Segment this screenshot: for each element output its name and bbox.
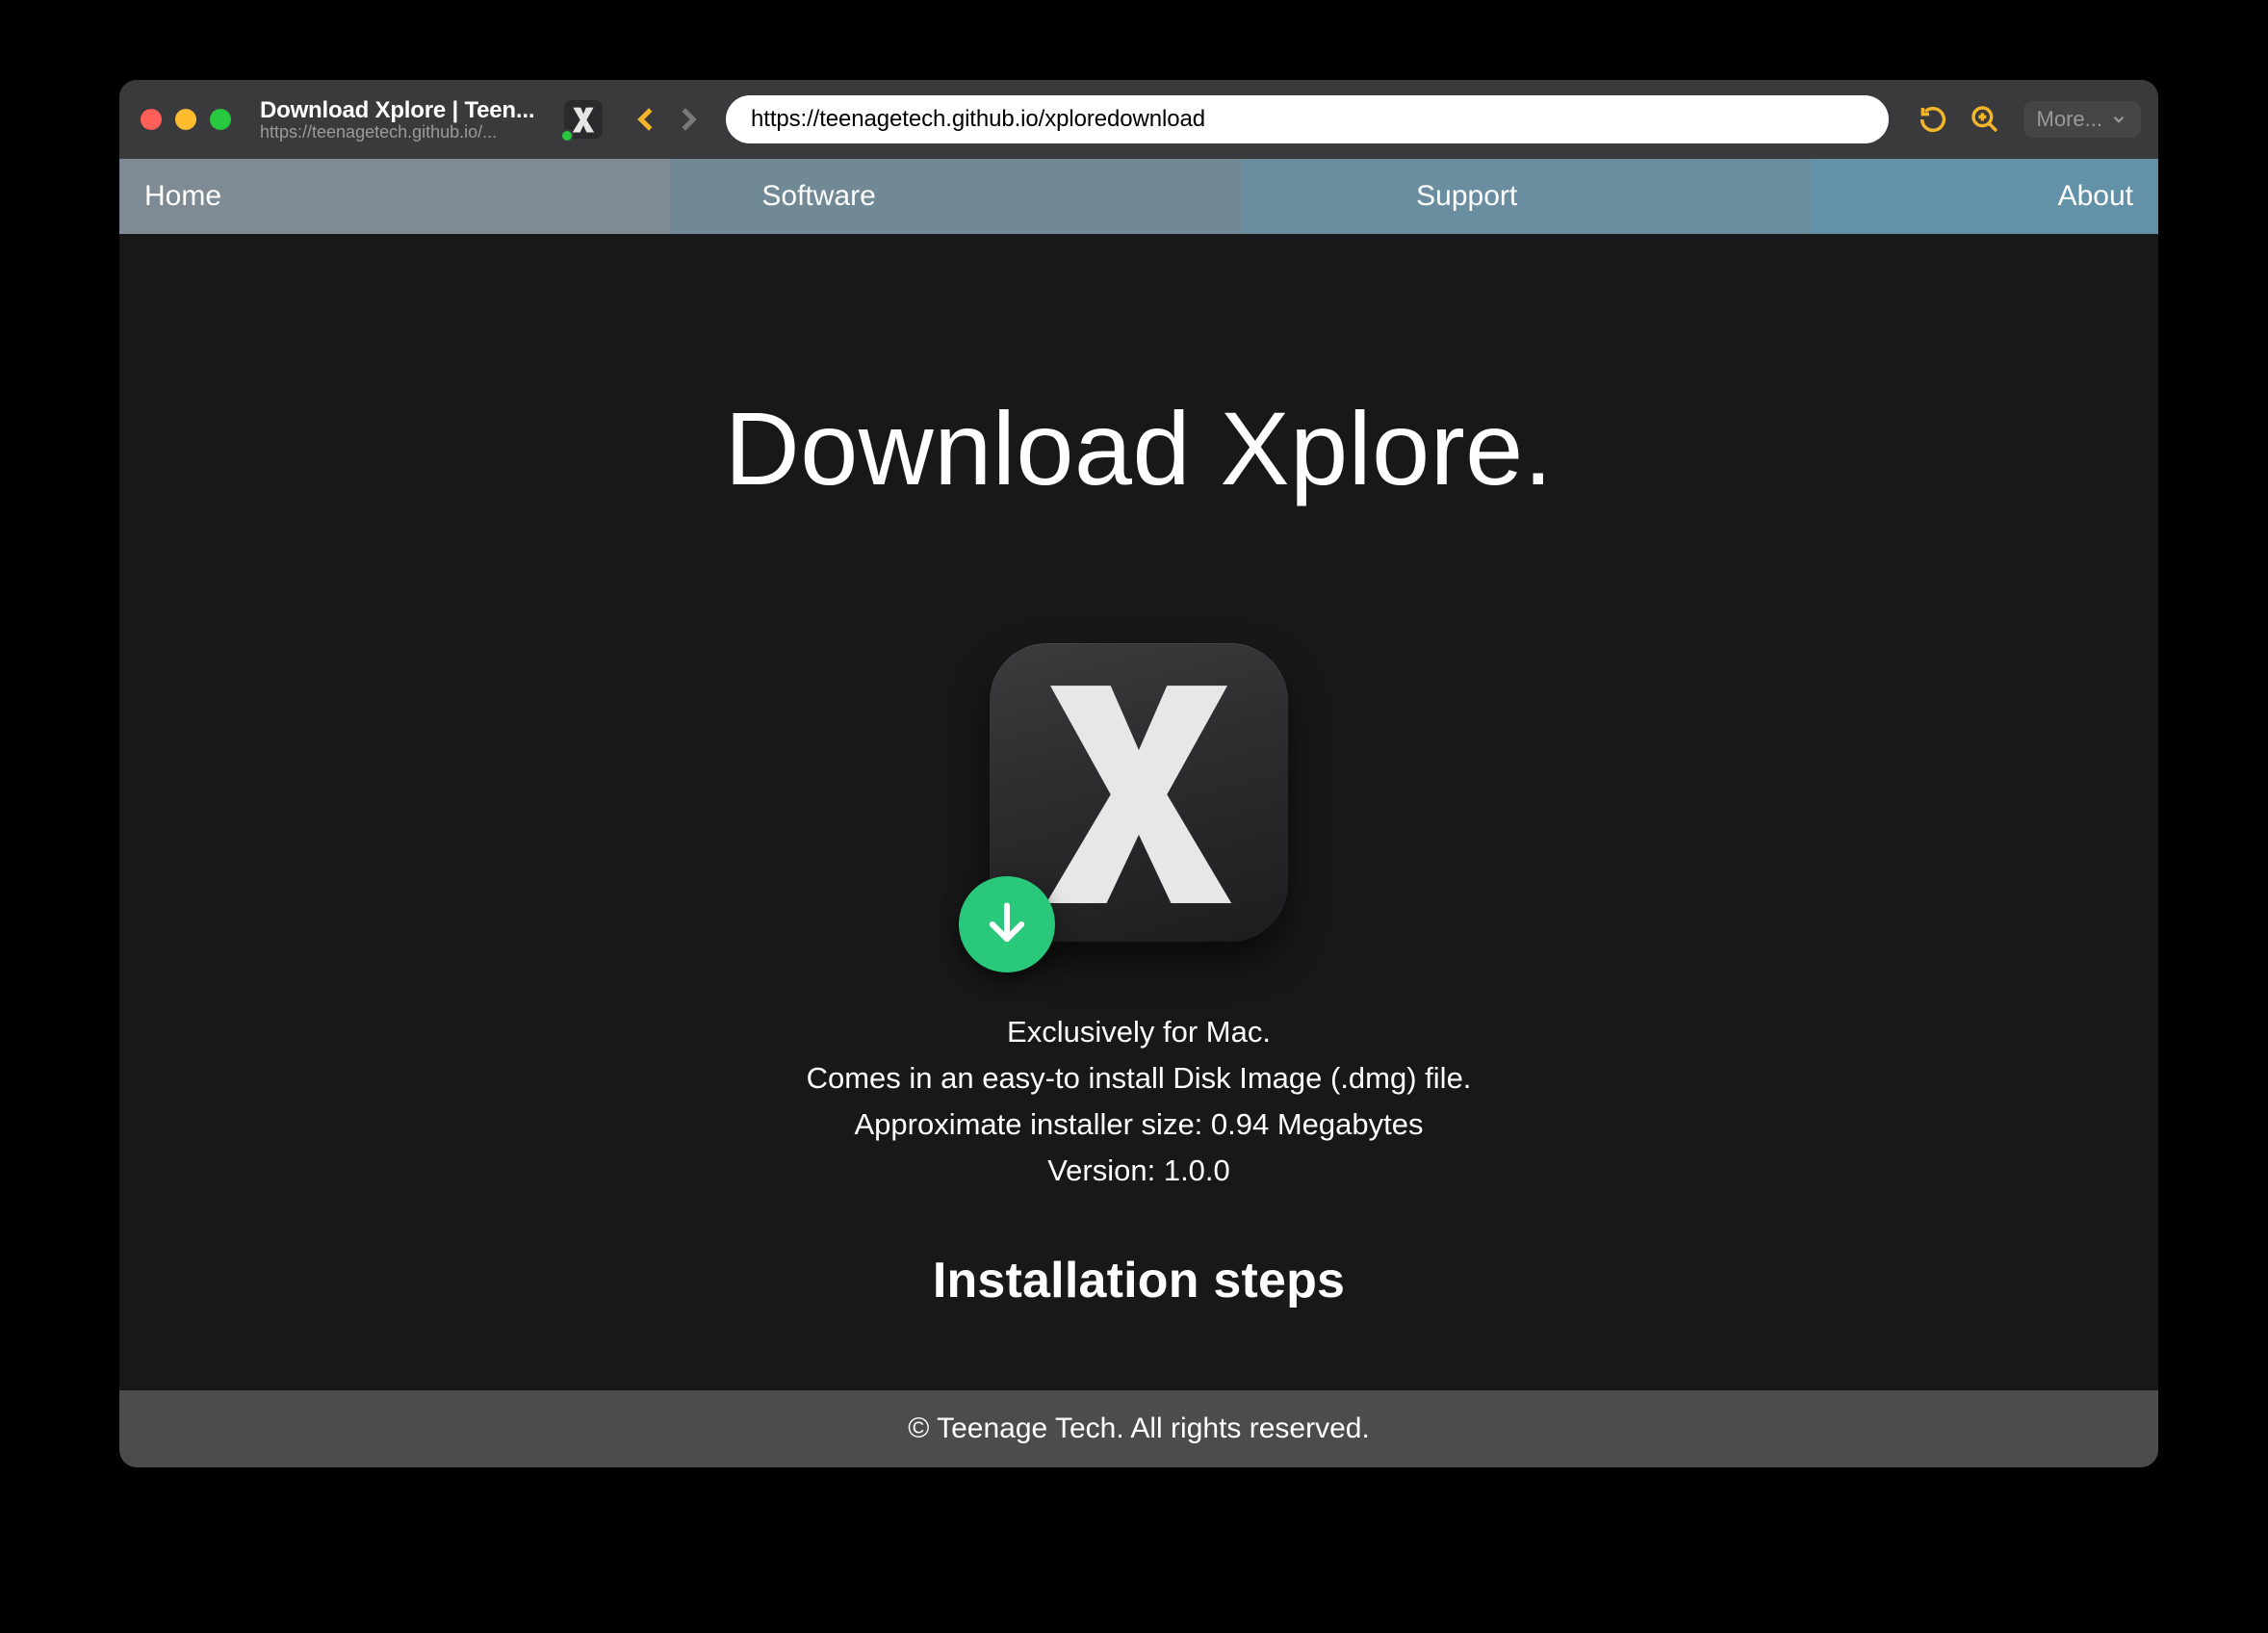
window-controls (141, 109, 231, 130)
address-bar[interactable]: https://teenagetech.github.io/xploredown… (726, 95, 1889, 143)
minimize-window-button[interactable] (175, 109, 196, 130)
app-x-icon (1038, 682, 1240, 903)
tab-subtitle: https://teenagetech.github.io/... (260, 122, 539, 143)
back-button[interactable] (628, 100, 666, 139)
info-line: Approximate installer size: 0.94 Megabyt… (807, 1102, 1472, 1148)
chevron-left-icon (632, 105, 661, 134)
magnifier-plus-icon (1970, 104, 2000, 135)
close-window-button[interactable] (141, 109, 162, 130)
download-app-tile[interactable] (990, 643, 1288, 942)
fullscreen-window-button[interactable] (210, 109, 231, 130)
nav-item-software[interactable]: Software (761, 180, 875, 213)
site-footer: © Teenage Tech. All rights reserved. (119, 1390, 2158, 1467)
download-info: Exclusively for Mac. Comes in an easy-to… (807, 1009, 1472, 1194)
zoom-button[interactable] (1966, 100, 2004, 139)
site-nav: Home Software Support About (119, 159, 2158, 234)
nav-buttons (628, 100, 707, 139)
more-menu-label: More... (2037, 107, 2102, 132)
reload-button[interactable] (1914, 100, 1952, 139)
x-logo-icon (570, 106, 597, 133)
browser-window: Download Xplore | Teen... https://teenag… (119, 80, 2158, 1467)
nav-item-about[interactable]: About (2058, 180, 2133, 213)
tab-title: Download Xplore | Teen... (260, 97, 539, 124)
site-favicon (564, 100, 603, 139)
forward-button[interactable] (668, 100, 707, 139)
connection-secure-badge (560, 129, 574, 143)
footer-text: © Teenage Tech. All rights reserved. (908, 1413, 1370, 1445)
nav-item-home[interactable]: Home (144, 180, 221, 213)
info-line: Comes in an easy-to install Disk Image (… (807, 1055, 1472, 1102)
download-badge[interactable] (959, 876, 1055, 972)
chevron-down-icon (2110, 111, 2127, 128)
active-tab[interactable]: Download Xplore | Teen... https://teenag… (260, 97, 539, 143)
page-content: Download Xplore. Exclusively for Mac. (119, 234, 2158, 1467)
info-line: Exclusively for Mac. (807, 1009, 1472, 1055)
address-bar-text: https://teenagetech.github.io/xploredown… (751, 106, 1205, 133)
browser-toolbar: Download Xplore | Teen... https://teenag… (119, 80, 2158, 159)
download-arrow-icon (982, 899, 1032, 949)
section-heading-installation: Installation steps (933, 1252, 1345, 1309)
reload-icon (1918, 104, 1948, 135)
info-line: Version: 1.0.0 (807, 1148, 1472, 1194)
more-menu-button[interactable]: More... (2023, 101, 2141, 138)
page-title: Download Xplore. (725, 388, 1554, 508)
chevron-right-icon (673, 105, 702, 134)
nav-item-support[interactable]: Support (1416, 180, 1517, 213)
